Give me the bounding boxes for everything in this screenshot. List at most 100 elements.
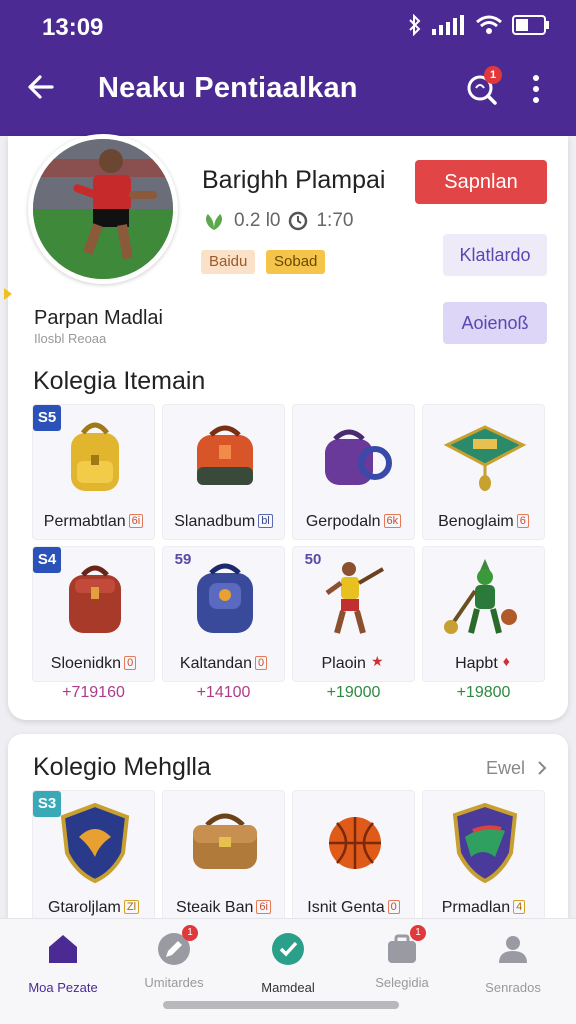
item-label: Plaoin [321, 655, 366, 672]
item-mini-badge: 6 [516, 514, 529, 528]
item-tile[interactable]: 59 Kaltandan 0 [162, 546, 285, 682]
nav-label: Moa Pezate [28, 980, 98, 995]
nav-item-3[interactable]: Mamdeal [233, 931, 343, 995]
battery-icon [512, 15, 549, 35]
chevron-right-icon [538, 761, 547, 775]
item-mini-badge: 4 [513, 900, 526, 914]
player-stats: 0.2 l0 1:70 [202, 210, 353, 232]
item-tile[interactable]: Gerpodaln 6k [292, 404, 415, 540]
price-value: +19800 [456, 684, 511, 701]
nav-item-home[interactable]: Moa Pezate [8, 931, 118, 995]
search-notification-badge: 1 [484, 66, 502, 84]
page-title: Neaku Pentiaalkan [98, 72, 358, 104]
item-mini-badge: 0 [254, 656, 268, 670]
item-label: Steaik Ban [176, 899, 254, 916]
item-tile[interactable]: Prmadlan 4 [422, 790, 545, 926]
blue-backpack-icon [197, 563, 253, 633]
crest-shield-icon [60, 802, 130, 884]
item-tile[interactable]: Steaik Ban 6i [162, 790, 285, 926]
edge-indicator-icon [4, 288, 12, 300]
app-bar: Neaku Pentiaalkan 1 [0, 60, 576, 120]
status-icons [408, 14, 550, 36]
back-arrow-icon[interactable] [24, 70, 58, 104]
item-tile[interactable]: Benoglaim 6 [422, 404, 545, 540]
price-value: +719160 [62, 684, 125, 701]
app-header: 13:09 Neaku Pentiaalkan 1 [0, 0, 576, 136]
purple-bag-icon [325, 429, 392, 485]
primary-action-button[interactable]: Sapnlan [415, 160, 547, 204]
stat-value-1: 0.2 l0 [234, 210, 281, 231]
item-label: Gtaroljlam [47, 899, 121, 916]
item-label: Benoglaim [438, 513, 514, 530]
player-subtitle-caption: Ilosbl Reoaa [34, 331, 107, 346]
item-label: Kaltandan [179, 655, 252, 672]
item-mini-badge: bl [258, 514, 273, 528]
stat-value-2: 1:70 [316, 210, 354, 231]
status-bar: 13:09 [0, 0, 576, 52]
item-tile[interactable]: Isnit Genta 0 [292, 790, 415, 926]
athlete-figure-icon [325, 562, 385, 634]
section-title-items: Kolegia Itemain [33, 367, 206, 395]
tag-badge-2: Sobad [266, 250, 326, 274]
more-vertical-icon[interactable] [526, 72, 546, 106]
item-label: Isnit Genta [307, 899, 385, 916]
status-time: 13:09 [42, 14, 104, 41]
view-all-link[interactable]: Ewel [486, 758, 548, 779]
item-mini-badge: 6i [128, 514, 144, 528]
yellow-backpack-icon [71, 422, 119, 491]
item-tile[interactable]: S5 Permabtlan 6i [32, 404, 155, 540]
item-tile[interactable]: Hapbt ♦ [422, 546, 545, 682]
nav-item-4[interactable]: 1 Selegidia [347, 925, 457, 990]
section-title-collection: Kolegio Mehglla [33, 753, 211, 781]
nav-badge: 1 [182, 925, 198, 941]
item-tile[interactable]: 50 Plaoin ★ [292, 546, 415, 682]
price-value: +19000 [326, 684, 381, 701]
item-mini-badge: 0 [124, 656, 137, 670]
tag-badge-1: Baidu [201, 250, 256, 274]
item-tile[interactable]: S3 Gtaroljlam Zl [32, 790, 155, 926]
secondary-button-1[interactable]: Klatlardo [443, 234, 547, 276]
nav-label: Senrados [485, 980, 541, 995]
home-indicator[interactable] [163, 1001, 399, 1009]
secondary-button-2[interactable]: Aoienoß [443, 302, 547, 344]
price-value: +14100 [196, 684, 251, 701]
chat-check-icon [272, 933, 304, 965]
item-mini-badge: Zl [123, 900, 140, 914]
item-label: Sloenidkn [50, 655, 122, 672]
wifi-icon [476, 15, 502, 34]
nav-badge: 1 [410, 925, 426, 941]
player-name: Barighh Plampai [202, 166, 386, 194]
item-label: Slanadbum [174, 513, 256, 530]
item-tile[interactable]: Slanadbum bl [162, 404, 285, 540]
view-all-label: Ewel [486, 758, 526, 778]
item-label: Prmadlan [441, 899, 511, 916]
nav-label: Umitardes [144, 975, 204, 990]
item-label: Hapbt [455, 655, 498, 672]
item-grid-2: S3 Gtaroljlam Zl Steaik Ban 6i Isnit Genta… [32, 790, 546, 926]
item-label: Gerpodaln [305, 513, 381, 530]
item-tile[interactable]: S4 Sloenidkn 0 [32, 546, 155, 682]
person-icon [499, 936, 527, 963]
clock-icon [289, 211, 308, 231]
leaf-icon [206, 214, 222, 230]
price-row: +719160 +14100 +19000 +19800 [32, 684, 546, 702]
red-backpack-icon [69, 565, 121, 633]
orange-backpack-icon [197, 425, 253, 485]
player-subtitle: Parpan Madlai [34, 307, 163, 329]
signal-icon [432, 15, 464, 35]
home-icon [49, 935, 77, 963]
bluetooth-icon [409, 14, 421, 36]
item-label: Permabtlan [43, 513, 126, 530]
leather-bag-icon [193, 813, 257, 869]
item-mini-badge: ♦ [502, 653, 510, 669]
item-mini-badge: 6i [256, 900, 271, 914]
nav-item-5[interactable]: Senrados [458, 931, 568, 995]
item-mini-badge: 6k [383, 514, 402, 528]
item-mini-badge: 0 [387, 900, 400, 914]
nav-item-2[interactable]: 1 Umitardes [119, 925, 229, 990]
player-photo-icon [33, 139, 173, 279]
avatar[interactable] [28, 134, 178, 284]
item-grid-1: S5 Permabtlan 6i Slanadbum bl Gerpodaln 6k … [32, 404, 546, 682]
team-shield-icon [452, 802, 518, 884]
item-mini-badge: ★ [370, 653, 384, 669]
